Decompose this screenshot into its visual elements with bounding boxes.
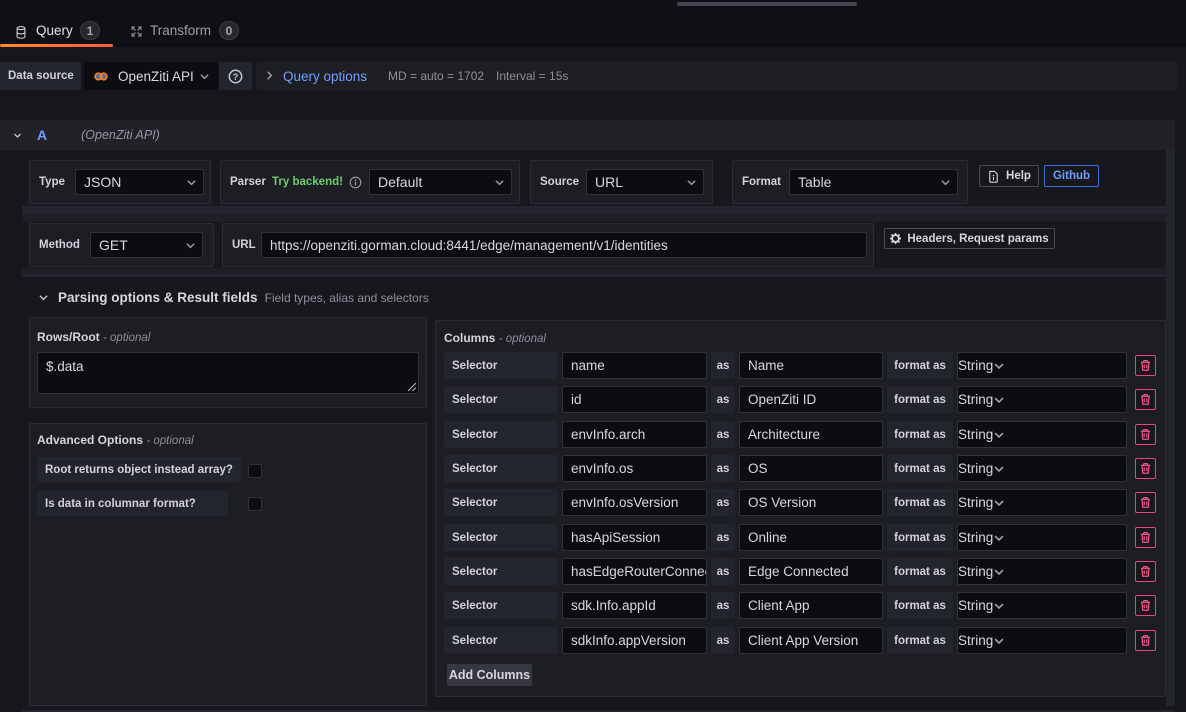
svg-text:?: ? bbox=[233, 72, 239, 83]
